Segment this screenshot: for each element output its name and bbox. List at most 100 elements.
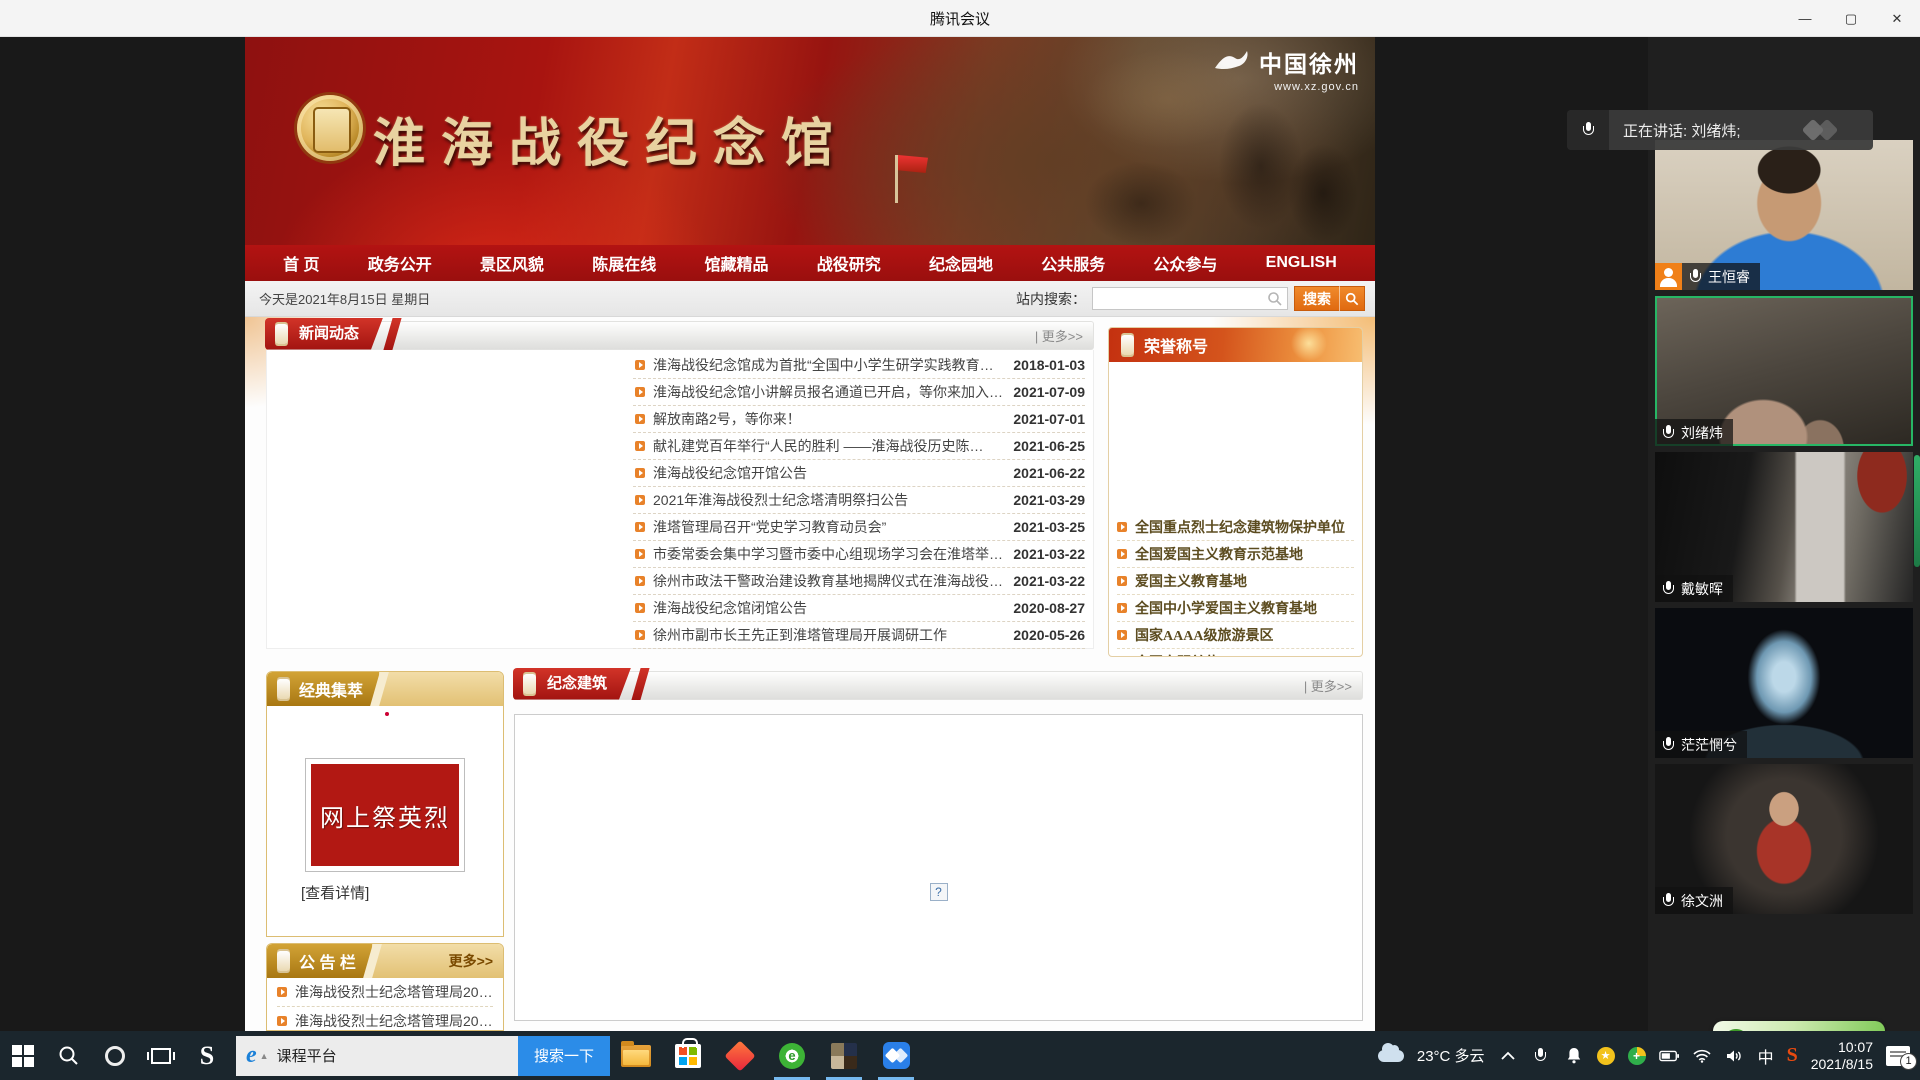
honor-item[interactable]: 全国重点烈士纪念建筑物保护单位 [1117, 514, 1354, 541]
site-title: 淮海战役纪念馆 [373, 101, 849, 176]
address-search-button[interactable]: 搜索一下 [518, 1036, 610, 1076]
participant-footer: 徐文洲 [1655, 887, 1733, 914]
nav-item[interactable]: 纪念园地 [929, 251, 993, 275]
nav-item[interactable]: ENGLISH [1266, 254, 1337, 272]
participant-footer: 刘绪炜 [1655, 419, 1733, 446]
star-badge-icon[interactable]: ★ [1597, 1047, 1615, 1065]
honor-item[interactable]: 全国文明单位 [1117, 649, 1354, 657]
diamond-app-button[interactable] [714, 1031, 766, 1080]
honor-item[interactable]: 全国中小学爱国主义教育基地 [1117, 595, 1354, 622]
bullet-arrow-icon [277, 1016, 287, 1026]
news-item[interactable]: 淮海战役纪念馆闭馆公告 2020-08-27 [633, 595, 1085, 622]
file-explorer-button[interactable] [610, 1031, 662, 1080]
nav-item[interactable]: 陈展在线 [592, 251, 656, 275]
honor-item[interactable]: 爱国主义教育基地 [1117, 568, 1354, 595]
ime-indicator[interactable]: 中 [1758, 1044, 1774, 1068]
memorial-more-link[interactable]: | 更多>> [1304, 676, 1352, 695]
participant-tile[interactable]: 王恒睿 [1655, 140, 1913, 290]
tencent-meeting-button[interactable] [870, 1031, 922, 1080]
diamond-icon [724, 1040, 755, 1071]
action-center-button[interactable]: 1 [1886, 1046, 1910, 1066]
memorial-emblem-icon [297, 95, 363, 161]
board-item[interactable]: 淮海战役烈士纪念塔管理局20… [277, 978, 493, 1007]
participant-name: 茫茫惘兮 [1681, 735, 1737, 755]
view-detail-link[interactable]: [查看详情] [301, 882, 503, 903]
nav-item[interactable]: 首 页 [283, 251, 319, 275]
participant-tile[interactable]: 刘绪炜 [1655, 296, 1913, 446]
taskbar-search-button[interactable] [46, 1031, 92, 1080]
news-item[interactable]: 市委常委会集中学习暨市委中心组现场学习会在淮塔举… 2021-03-22 [633, 541, 1085, 568]
nav-item[interactable]: 公共服务 [1041, 251, 1105, 275]
board-item[interactable]: 淮海战役烈士纪念塔管理局20… [277, 1007, 493, 1031]
battery-icon [1659, 1050, 1679, 1062]
tray-expand-button[interactable] [1498, 1045, 1518, 1067]
bullet-arrow-icon [635, 441, 645, 451]
news-item[interactable]: 淮海战役纪念馆开馆公告 2021-06-22 [633, 460, 1085, 487]
classics-header-right [384, 672, 503, 706]
nav-item[interactable]: 景区风貌 [480, 251, 544, 275]
news-item[interactable]: 解放南路2号，等你来！ 2021-07-01 [633, 406, 1085, 433]
browser-360-button[interactable]: e [766, 1031, 818, 1080]
news-item[interactable]: 淮海战役纪念馆小讲解员报名通道已开启，等你来加入… 2021-07-09 [633, 379, 1085, 406]
weather-text[interactable]: 23°C 多云 [1417, 1045, 1485, 1066]
participant-name-chip: 王恒睿 [1682, 263, 1760, 290]
mic-icon [1662, 425, 1675, 441]
mic-icon [1582, 122, 1595, 138]
honor-item[interactable]: 国家AAAA级旅游景区 [1117, 622, 1354, 649]
ime-skin-widget[interactable]: 中 [1713, 1021, 1885, 1031]
sogou-icon[interactable]: S [1787, 1044, 1798, 1067]
participant-tile[interactable]: 茫茫惘兮 [1655, 608, 1913, 758]
notice-board-panel: 公 告 栏 更多>> 淮海战役烈士纪念塔管理局20… [266, 943, 504, 1031]
nav-item[interactable]: 政务公开 [368, 251, 432, 275]
cortana-button[interactable] [92, 1031, 138, 1080]
participant-tile[interactable]: 戴敏晖 [1655, 452, 1913, 602]
news-item-title: 淮海战役纪念馆成为首批“全国中小学生研学实践教育… [653, 355, 1003, 375]
search-button[interactable]: 搜索 [1294, 286, 1365, 311]
participant-tile[interactable]: 徐文洲 [1655, 764, 1913, 914]
news-item[interactable]: 2021年淮海战役烈士纪念塔清明祭扫公告 2021-03-29 [633, 487, 1085, 514]
tray-mic-button[interactable] [1531, 1045, 1551, 1067]
online-memorial-banner[interactable]: 网上祭英烈 [305, 758, 465, 872]
mic-icon [1662, 737, 1675, 753]
ribbon-slash [631, 668, 649, 700]
honor-item[interactable]: 全国爱国主义教育示范基地 [1117, 541, 1354, 568]
toast-mic-box [1567, 110, 1609, 150]
classics-ribbon: 经典集萃 [267, 672, 379, 706]
nav-item[interactable]: 馆藏精品 [704, 251, 768, 275]
volume-indicator[interactable] [1725, 1045, 1745, 1067]
green-plus-badge-icon[interactable]: + [1628, 1047, 1646, 1065]
search-input[interactable] [1092, 287, 1288, 310]
news-item[interactable]: 献礼建党百年举行“人民的胜利 ——淮海战役历史陈… 2021-06-25 [633, 433, 1085, 460]
news-item-date: 2020-05-26 [1003, 627, 1085, 643]
board-header-right: 更多>> [377, 944, 503, 978]
ie-address-bar[interactable]: e ▲ 课程平台 [236, 1036, 518, 1076]
taskbar-clock[interactable]: 10:07 2021/8/15 [1811, 1039, 1873, 1073]
nav-item[interactable]: 公众参与 [1153, 251, 1217, 275]
task-view-button[interactable] [138, 1031, 184, 1080]
news-item[interactable]: 淮塔管理局召开“党史学习教育动员会” 2021-03-25 [633, 514, 1085, 541]
tray-bell-button[interactable] [1564, 1045, 1584, 1067]
close-button[interactable]: ✕ [1874, 0, 1920, 37]
speaking-text: 正在讲话: 刘绪炜; [1623, 120, 1741, 141]
sidebar-scrollbar[interactable] [1914, 455, 1920, 567]
news-more-link[interactable]: | 更多>> [1035, 326, 1083, 345]
news-list: 淮海战役纪念馆成为首批“全国中小学生研学实践教育… 2018-01-03 淮海战… [629, 350, 1093, 648]
photos-app-button[interactable] [818, 1031, 870, 1080]
region-name: 中国徐州 [1259, 52, 1359, 77]
nav-item[interactable]: 战役研究 [817, 251, 881, 275]
board-more-link[interactable]: 更多>> [449, 951, 493, 971]
maximize-button[interactable]: ▢ [1828, 0, 1874, 37]
minimize-button[interactable]: — [1782, 0, 1828, 37]
scroll-icon [277, 951, 290, 971]
news-item[interactable]: 徐州市政法干警政治建设教育基地揭牌仪式在淮海战役… 2021-03-22 [633, 568, 1085, 595]
news-item[interactable]: 淮海战役纪念馆成为首批“全国中小学生研学实践教育… 2018-01-03 [633, 352, 1085, 379]
battery-indicator[interactable] [1659, 1045, 1679, 1067]
start-button[interactable] [0, 1031, 46, 1080]
sogou-pinwheel-button[interactable]: S [184, 1031, 230, 1080]
microsoft-store-button[interactable] [662, 1031, 714, 1080]
news-item[interactable]: 徐州市副市长王先正到淮塔管理局开展调研工作 2020-05-26 [633, 622, 1085, 649]
search-magnifier-icon [1339, 286, 1364, 311]
taskbar: S e ▲ 课程平台 搜索一下 e 23°C 多云 ★ + [0, 1031, 1920, 1080]
bullet-arrow-icon [635, 549, 645, 559]
wifi-indicator[interactable] [1692, 1045, 1712, 1067]
